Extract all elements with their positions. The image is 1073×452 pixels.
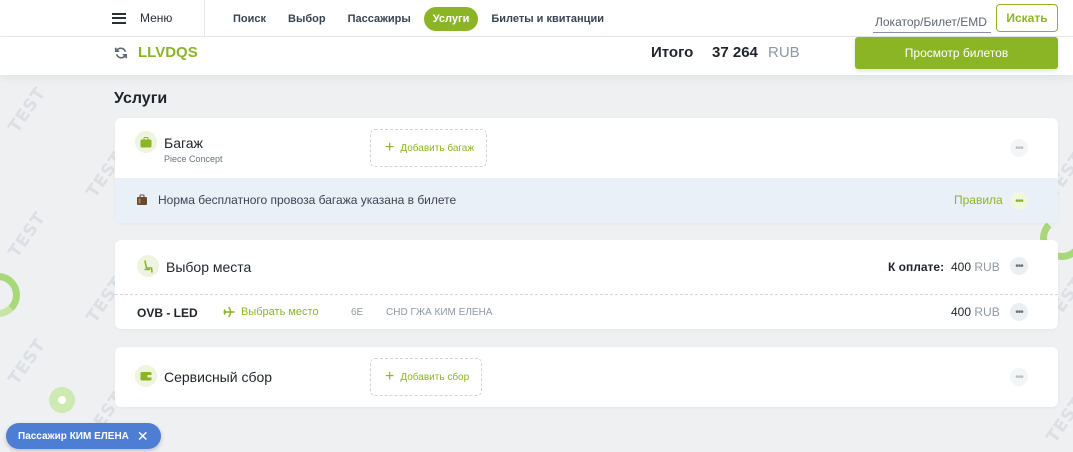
menu-button[interactable]: Меню xyxy=(112,0,172,36)
menu-label: Меню xyxy=(140,11,173,25)
nav-services[interactable]: Услуги xyxy=(423,7,479,31)
divider xyxy=(115,294,1058,295)
service-fee-card: Сервисный сбор + Добавить сбор ••• xyxy=(115,347,1058,407)
payment-due-amount: 400 RUB xyxy=(951,260,1000,274)
decor-dot xyxy=(49,387,75,413)
total-amount: 37 264 xyxy=(712,44,758,61)
close-icon[interactable]: ✕ xyxy=(137,429,149,443)
nav-tickets-receipts[interactable]: Билеты и квитанции xyxy=(482,7,613,31)
total-currency: RUB xyxy=(768,44,800,61)
seat-passenger-name: CHD ГЖА КИМ ЕЛЕНА xyxy=(386,307,493,318)
baggage-subtitle: Piece Concept xyxy=(164,154,223,164)
add-fee-button[interactable]: + Добавить сбор xyxy=(370,358,483,396)
baggage-card: Багаж Piece Concept + Добавить багаж •••… xyxy=(115,118,1058,223)
baggage-allowance-note: Норма бесплатного провоза багажа указана… xyxy=(115,178,1058,223)
plus-icon: + xyxy=(385,368,395,385)
watermark: TEST xyxy=(4,208,51,262)
page-title: Услуги xyxy=(114,90,168,107)
seat-code: 6E xyxy=(351,307,364,318)
view-tickets-button[interactable]: Просмотр билетов xyxy=(855,37,1058,69)
seat-selection-card: Выбор места К оплате: 400 RUB ••• OVB - … xyxy=(115,240,1058,329)
seat-selection-title: Выбор места xyxy=(166,259,252,275)
more-options-icon[interactable]: ••• xyxy=(1010,139,1028,157)
refresh-icon[interactable] xyxy=(114,46,128,60)
seat-price: 400 RUB xyxy=(951,305,1000,319)
wallet-icon xyxy=(135,365,157,387)
flight-route: OVB - LED xyxy=(137,306,198,320)
suitcase-icon xyxy=(135,131,157,153)
passenger-chip-label: Пассажир КИМ ЕЛЕНА xyxy=(18,430,129,442)
service-fee-title: Сервисный сбор xyxy=(164,369,273,385)
watermark: TEST xyxy=(4,83,51,137)
choose-seat-label: Выбрать место xyxy=(241,306,319,318)
airplane-icon xyxy=(223,306,235,318)
search-button[interactable]: Искать xyxy=(996,4,1058,32)
add-baggage-button[interactable]: + Добавить багаж xyxy=(370,129,488,167)
total-label: Итого xyxy=(651,44,694,61)
add-fee-label: Добавить сбор xyxy=(400,371,470,383)
seat-icon xyxy=(137,255,159,277)
choose-seat-link[interactable]: Выбрать место xyxy=(223,306,319,318)
add-baggage-label: Добавить багаж xyxy=(400,142,475,154)
hamburger-icon xyxy=(112,12,126,24)
watermark: TEST xyxy=(4,335,51,389)
nav-selection[interactable]: Выбор xyxy=(279,7,335,31)
booking-summary-bar: LLVDQS Итого 37 264 RUB Просмотр билетов xyxy=(0,37,1073,75)
more-options-icon[interactable]: ••• xyxy=(1010,192,1028,210)
nav-search[interactable]: Поиск xyxy=(224,7,275,31)
nav-divider xyxy=(204,0,205,37)
locator-search-input[interactable] xyxy=(873,7,991,33)
more-options-icon[interactable]: ••• xyxy=(1010,257,1028,275)
baggage-note-text: Норма бесплатного провоза багажа указана… xyxy=(158,193,457,207)
decor-ring xyxy=(0,273,20,317)
booking-locator: LLVDQS xyxy=(138,44,198,61)
main-nav: Поиск Выбор Пассажиры Услуги Билеты и кв… xyxy=(224,7,617,31)
baggage-title: Багаж xyxy=(164,135,203,151)
luggage-icon xyxy=(137,194,147,205)
more-options-icon[interactable]: ••• xyxy=(1010,368,1028,386)
nav-passengers[interactable]: Пассажиры xyxy=(339,7,420,31)
more-options-icon[interactable]: ••• xyxy=(1010,303,1028,321)
rules-link[interactable]: Правила xyxy=(954,193,1003,207)
top-navbar: Меню Поиск Выбор Пассажиры Услуги Билеты… xyxy=(0,0,1073,37)
plus-icon: + xyxy=(385,139,395,156)
payment-due-label: К оплате: xyxy=(888,260,945,274)
passenger-chip[interactable]: Пассажир КИМ ЕЛЕНА ✕ xyxy=(6,423,161,449)
